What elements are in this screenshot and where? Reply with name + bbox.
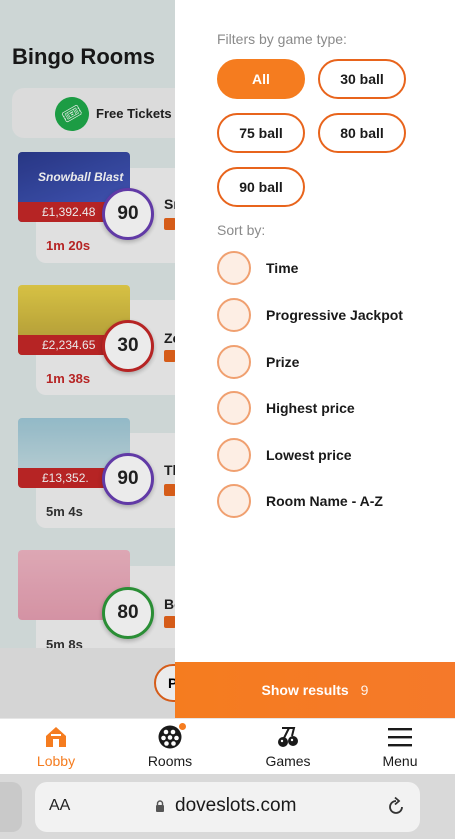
sort-label: Sort by: [217, 222, 266, 238]
free-tickets-label: Free Tickets [96, 106, 172, 121]
filters-label: Filters by game type: [217, 31, 347, 47]
sort-option-time[interactable]: Time [217, 250, 447, 286]
show-results-label: Show results [261, 682, 349, 698]
address-bar[interactable]: AA doveslots.com [35, 782, 420, 832]
tab-menu[interactable]: Menu [372, 719, 428, 775]
filter-30-ball-button[interactable]: 30 ball [318, 59, 406, 99]
tab-games[interactable]: Games [258, 719, 318, 775]
home-icon [43, 724, 69, 750]
tab-label: Games [265, 753, 311, 769]
room-image-title: Snowball Blast [38, 170, 124, 184]
room-timer: 5m 4s [46, 504, 83, 519]
show-results-button[interactable]: Show results 9 [175, 662, 455, 718]
sort-option-highest-price[interactable]: Highest price [217, 390, 447, 426]
filter-75-ball-button[interactable]: 75 ball [217, 113, 305, 153]
radio-button[interactable] [217, 298, 251, 332]
sort-option-progressive-jackpot[interactable]: Progressive Jackpot [217, 297, 447, 333]
radio-button[interactable] [217, 438, 251, 472]
text-size-button[interactable]: AA [49, 797, 70, 815]
sort-option-lowest-price[interactable]: Lowest price [217, 437, 447, 473]
cherries-icon [275, 724, 301, 750]
room-timer: 1m 38s [46, 371, 91, 386]
previous-tab-edge[interactable] [0, 782, 22, 832]
browser-toolbar: AA doveslots.com [0, 774, 455, 839]
tab-lobby[interactable]: Lobby [28, 719, 84, 775]
tab-label: Menu [382, 753, 418, 769]
reload-icon[interactable] [385, 796, 407, 818]
filter-90-ball-button[interactable]: 90 ball [217, 167, 305, 207]
hamburger-icon [387, 724, 413, 750]
tab-rooms[interactable]: Rooms [140, 719, 200, 775]
room-ball-type: 90 [102, 453, 154, 505]
radio-button[interactable] [217, 345, 251, 379]
room-ball-type: 90 [102, 188, 154, 240]
sort-option-label: Room Name - A-Z [266, 493, 383, 509]
url-text: doveslots.com [175, 795, 297, 816]
sort-option-label: Prize [266, 354, 300, 370]
radio-button[interactable] [217, 484, 251, 518]
sort-option-label: Progressive Jackpot [266, 307, 403, 323]
tab-label: Lobby [36, 753, 76, 769]
page-title: Bingo Rooms [12, 44, 155, 69]
filter-80-ball-button[interactable]: 80 ball [318, 113, 406, 153]
room-ball-type: 30 [102, 320, 154, 372]
room-timer: 1m 20s [46, 238, 91, 253]
notification-dot [179, 723, 186, 730]
sort-option-label: Lowest price [266, 447, 352, 463]
sort-option-prize[interactable]: Prize [217, 344, 447, 380]
results-count: 9 [360, 682, 369, 698]
sort-option-label: Highest price [266, 400, 355, 416]
radio-button[interactable] [217, 251, 251, 285]
filter-all-button[interactable]: All [217, 59, 305, 99]
tab-label: Rooms [147, 753, 193, 769]
sort-option-room-name[interactable]: Room Name - A-Z [217, 483, 447, 519]
lock-icon [156, 800, 164, 812]
filter-drawer: Filters by game type: All 30 ball 75 bal… [175, 0, 455, 718]
bottom-tab-bar: Lobby Rooms Games Menu [0, 718, 455, 774]
radio-button[interactable] [217, 391, 251, 425]
sort-option-label: Time [266, 260, 299, 276]
room-ball-type: 80 [102, 587, 154, 639]
